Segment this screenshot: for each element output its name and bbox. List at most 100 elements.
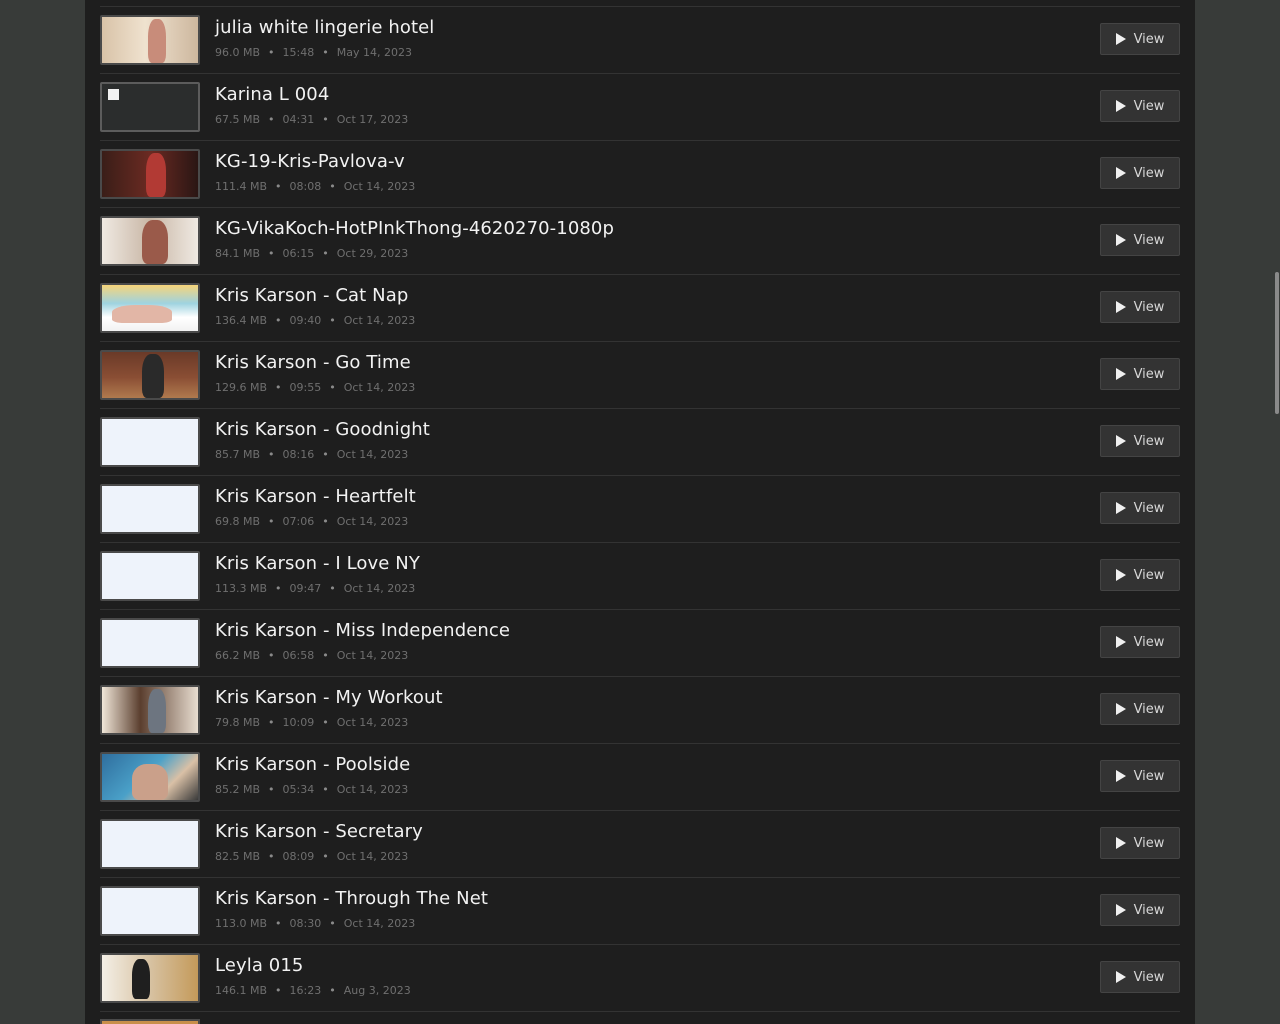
view-button[interactable]: View [1100,224,1180,256]
item-title[interactable]: Kris Karson - Go Time [215,352,411,373]
thumbnail[interactable] [100,82,200,132]
item-title[interactable]: Kris Karson - Goodnight [215,419,430,440]
thumbnail[interactable] [100,685,200,735]
view-button-label: View [1133,366,1165,382]
play-icon [1115,569,1126,581]
media-list: julia white lingerie hotel 96.0 MB • 15:48 •… [100,7,1180,1012]
item-title[interactable]: KG-19-Kris-Pavlova-v [215,151,405,172]
list-item: Kris Karson - I Love NY 113.3 MB • 09:47 • Oc… [100,543,1180,610]
separator-dot: • [268,448,275,461]
view-button[interactable]: View [1100,23,1180,55]
list-item: Leyla 015 146.1 MB • 16:23 • Aug 3, 2023 View [100,945,1180,1012]
list-item: Kris Karson - Goodnight 85.7 MB • 08:16 • Oct… [100,409,1180,476]
separator-dot: • [275,984,282,997]
thumbnail[interactable] [100,15,200,65]
date: Oct 14, 2023 [336,783,409,796]
separator-dot: • [268,113,275,126]
thumbnail[interactable] [100,886,200,936]
item-meta: 85.7 MB • 08:16 • Oct 14, 2023 [215,448,408,461]
view-button[interactable]: View [1100,492,1180,524]
separator-dot: • [322,113,329,126]
duration: 08:16 [282,448,315,461]
date: Oct 14, 2023 [336,649,409,662]
separator-dot: • [268,46,275,59]
view-button[interactable]: View [1100,358,1180,390]
separator-dot: • [275,582,282,595]
view-button[interactable]: View [1100,559,1180,591]
thumbnail[interactable] [100,1019,200,1024]
separator-dot: • [322,515,329,528]
view-button[interactable]: View [1100,760,1180,792]
separator-dot: • [322,46,329,59]
item-title[interactable]: Kris Karson - Poolside [215,754,410,775]
thumbnail[interactable] [100,551,200,601]
view-button[interactable]: View [1100,961,1180,993]
play-icon [1115,904,1126,916]
thumbnail[interactable] [100,216,200,266]
view-button[interactable]: View [1100,693,1180,725]
file-size: 136.4 MB [215,314,268,327]
item-title[interactable]: julia white lingerie hotel [215,17,434,38]
item-meta: 96.0 MB • 15:48 • May 14, 2023 [215,46,412,59]
thumbnail[interactable] [100,953,200,1003]
view-button[interactable]: View [1100,291,1180,323]
thumbnail-figure [112,305,172,323]
view-button-label: View [1133,567,1165,583]
view-button-label: View [1133,500,1165,516]
play-icon [1115,167,1126,179]
view-button[interactable]: View [1100,626,1180,658]
list-item: Kris Karson - Cat Nap 136.4 MB • 09:40 • Oct … [100,275,1180,342]
view-button[interactable]: View [1100,157,1180,189]
duration: 09:40 [289,314,322,327]
scrollbar[interactable] [1275,272,1279,414]
date: Oct 14, 2023 [343,180,416,193]
view-button-label: View [1133,98,1165,114]
view-button-label: View [1133,634,1165,650]
play-icon [1115,100,1126,112]
item-title[interactable]: Karina L 004 [215,84,329,105]
thumbnail[interactable] [100,484,200,534]
view-button[interactable]: View [1100,894,1180,926]
item-meta: 113.3 MB • 09:47 • Oct 14, 2023 [215,582,415,595]
thumbnail[interactable] [100,149,200,199]
item-title[interactable]: Kris Karson - I Love NY [215,553,420,574]
thumbnail[interactable] [100,618,200,668]
file-size: 111.4 MB [215,180,268,193]
thumbnail-figure [132,959,150,999]
play-icon [1115,368,1126,380]
view-button-label: View [1133,299,1165,315]
separator-dot: • [322,649,329,662]
separator-dot: • [268,247,275,260]
list-item: Kris Karson - Heartfelt 69.8 MB • 07:06 • Oct… [100,476,1180,543]
duration: 16:23 [289,984,322,997]
item-title[interactable]: Kris Karson - Cat Nap [215,285,408,306]
duration: 04:31 [282,113,315,126]
file-size: 82.5 MB [215,850,261,863]
thumbnail[interactable] [100,417,200,467]
separator-dot: • [268,783,275,796]
item-title[interactable]: Kris Karson - Heartfelt [215,486,416,507]
item-title[interactable]: Kris Karson - Through The Net [215,888,488,909]
duration: 08:09 [282,850,315,863]
item-meta: 111.4 MB • 08:08 • Oct 14, 2023 [215,180,415,193]
view-button[interactable]: View [1100,90,1180,122]
file-size: 69.8 MB [215,515,261,528]
media-list-panel: julia white lingerie hotel 96.0 MB • 15:48 •… [85,0,1195,1024]
separator-dot: • [322,783,329,796]
item-title[interactable]: KG-VikaKoch-HotPInkThong-4620270-1080p [215,218,614,239]
thumbnail[interactable] [100,819,200,869]
separator-dot: • [329,582,336,595]
item-title[interactable]: Kris Karson - Secretary [215,821,423,842]
view-button[interactable]: View [1100,827,1180,859]
view-button[interactable]: View [1100,425,1180,457]
item-title[interactable]: Kris Karson - My Workout [215,687,443,708]
item-title[interactable]: Leyla 015 [215,955,303,976]
thumbnail[interactable] [100,350,200,400]
thumbnail[interactable] [100,752,200,802]
separator-dot: • [329,917,336,930]
item-title[interactable]: Kris Karson - Miss Independence [215,620,510,641]
thumbnail[interactable] [100,283,200,333]
date: Oct 14, 2023 [336,850,409,863]
separator-dot: • [275,180,282,193]
duration: 06:58 [282,649,315,662]
